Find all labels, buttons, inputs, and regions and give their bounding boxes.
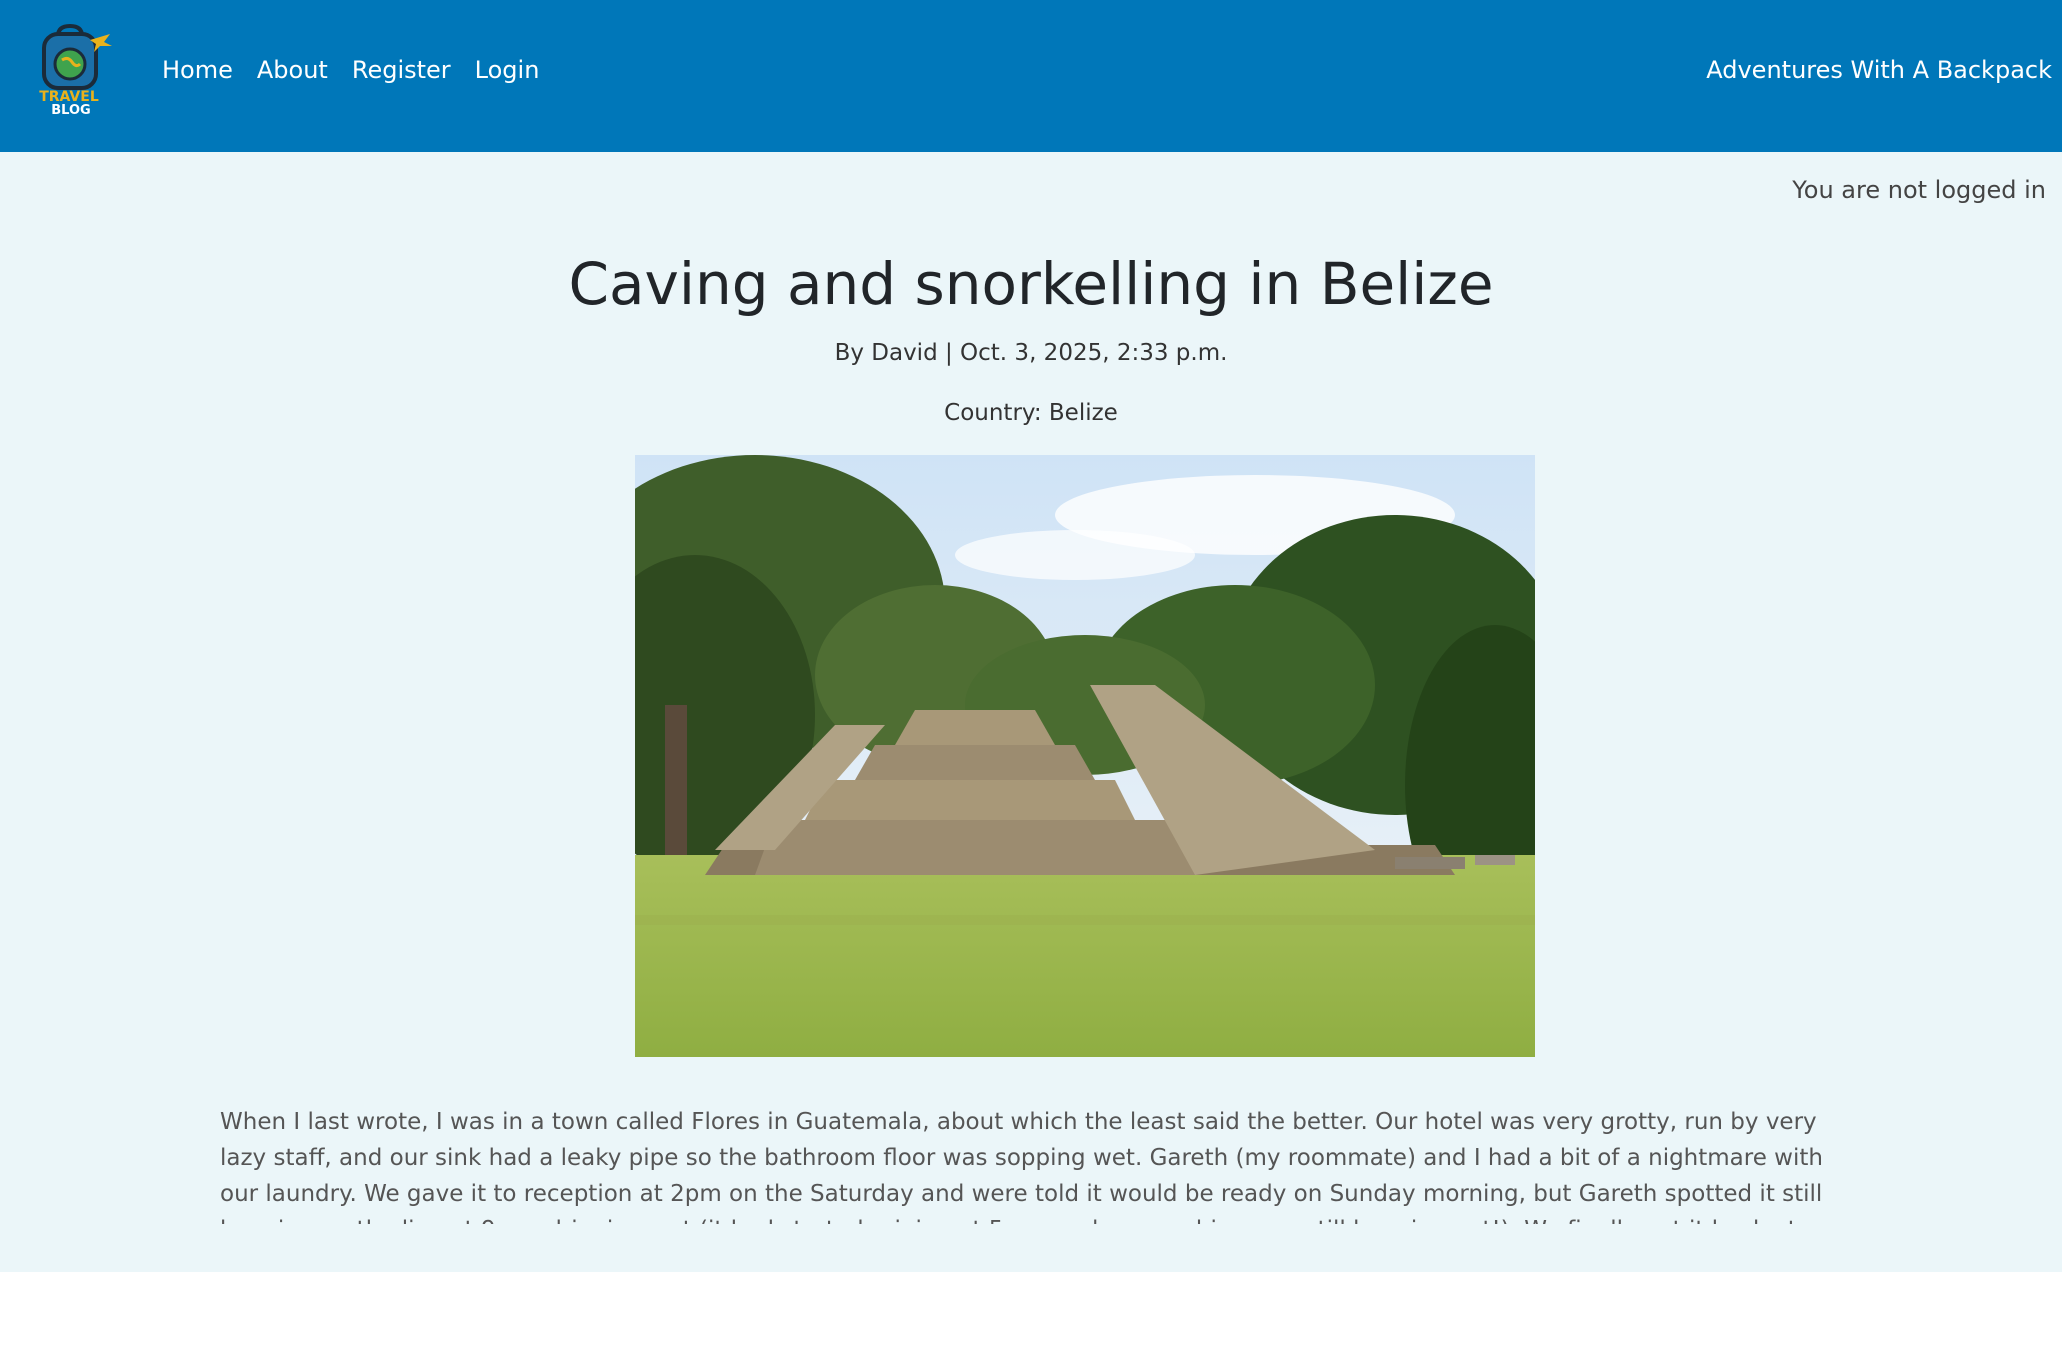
nav-links: Home About Register Login [162, 56, 539, 84]
page-footer-area [0, 1272, 2062, 1369]
main-content: You are not logged in Caving and snorkel… [0, 152, 2062, 1272]
travel-blog-logo[interactable]: TRAVEL BLOG [30, 22, 114, 118]
nav-register-link[interactable]: Register [352, 56, 451, 84]
post-image-mayan-pyramid [635, 455, 1535, 1057]
top-navbar: TRAVEL BLOG Home About Register Login Ad… [0, 0, 2062, 152]
login-status-text: You are not logged in [1792, 176, 2046, 204]
post-body: When I last wrote, I was in a town calle… [220, 1109, 1823, 1224]
nav-login-link[interactable]: Login [475, 56, 540, 84]
post-country: Country: Belize [944, 400, 1118, 426]
backpack-logo-icon: TRAVEL BLOG [39, 23, 112, 118]
post-meta: By David | Oct. 3, 2025, 2:33 p.m. [834, 340, 1228, 366]
nav-about-link[interactable]: About [257, 56, 328, 84]
nav-home-link[interactable]: Home [162, 56, 233, 84]
post-title: Caving and snorkelling in Belize [568, 250, 1494, 318]
logo-line2: BLOG [51, 103, 90, 116]
site-tagline: Adventures With A Backpack [1706, 56, 2052, 84]
